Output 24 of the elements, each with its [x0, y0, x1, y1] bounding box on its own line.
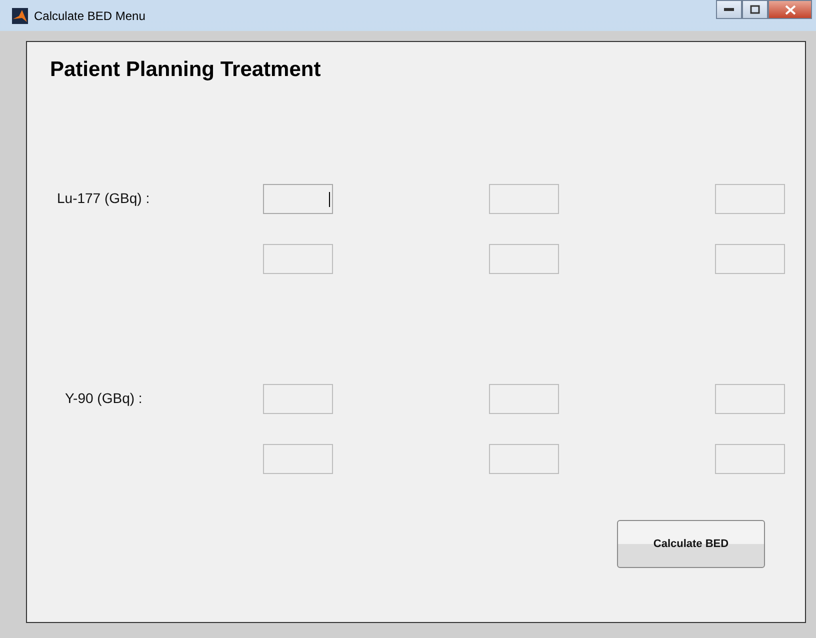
input-field[interactable]: [263, 184, 333, 214]
panel-heading: Patient Planning Treatment: [50, 58, 322, 82]
calculate-button[interactable]: Calculate BED: [617, 520, 765, 568]
input-field[interactable]: [263, 244, 333, 274]
input-field[interactable]: [489, 444, 559, 474]
input-field[interactable]: [489, 184, 559, 214]
maximize-button[interactable]: [742, 0, 768, 19]
field-label: Y-90 (GBq) :: [65, 390, 142, 406]
close-button[interactable]: [768, 0, 812, 19]
app-logo-icon: [12, 8, 28, 24]
close-icon: [784, 4, 796, 14]
input-field[interactable]: [489, 244, 559, 274]
minimize-icon: [724, 8, 734, 12]
input-field[interactable]: [715, 444, 785, 474]
input-field[interactable]: [715, 244, 785, 274]
maximize-icon: [750, 5, 760, 14]
input-field[interactable]: [715, 184, 785, 214]
minimize-button[interactable]: [716, 0, 742, 19]
input-field[interactable]: [263, 384, 333, 414]
field-label: Lu-177 (GBq) :: [57, 190, 150, 206]
input-field[interactable]: [263, 444, 333, 474]
window-title: Calculate BED Menu: [34, 8, 146, 22]
input-field[interactable]: [489, 384, 559, 414]
input-field[interactable]: [715, 384, 785, 414]
